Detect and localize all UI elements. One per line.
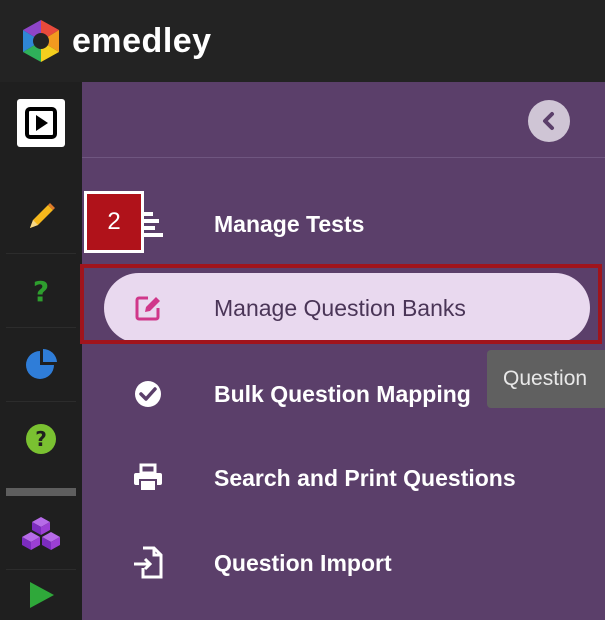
menu-item-label: Search and Print Questions [214,464,516,491]
panel-header [82,82,605,158]
menu-item-search-and-print-questions[interactable]: Search and Print Questions [104,443,590,513]
chevron-left-icon [543,112,554,130]
menu-item-label: Question Import [214,549,392,576]
printer-icon [134,463,162,492]
help-circle-icon: ? [26,424,56,454]
file-import-icon [134,546,163,579]
menu-item-manage-question-banks[interactable]: Manage Question Banks [104,273,590,343]
top-bar: emedley [0,0,605,82]
edit-square-icon [135,296,160,321]
rail-item-edit[interactable] [6,180,76,254]
play-square-icon [25,107,57,139]
rail-item-questions[interactable]: ? [6,254,76,328]
rail-divider [6,488,76,496]
menu-item-manage-tests[interactable]: Manage Tests [104,189,590,259]
rail-item-help[interactable]: ? [6,402,76,476]
menu-item-label: Manage Tests [214,210,365,237]
left-icon-rail: ? ? [0,82,82,620]
brand-name: emedley [72,21,212,60]
pencil-icon [30,202,55,228]
collapse-button[interactable] [528,100,570,142]
check-circle-icon [135,381,161,407]
rail-item-modules[interactable] [6,496,76,570]
emedley-logo-icon [23,20,59,62]
tooltip: Question [487,350,605,408]
menu-item-label: Manage Question Banks [214,294,466,321]
rail-item-reports[interactable] [6,328,76,402]
question-mark-icon: ? [33,275,49,308]
cubes-icon [22,516,60,550]
menu-item-label: Bulk Question Mapping [214,380,471,407]
rail-item-player[interactable] [6,86,76,160]
step-badge: 2 [84,191,144,253]
rail-item-play[interactable] [6,570,76,620]
play-triangle-icon [30,582,54,608]
pie-chart-icon [26,348,57,379]
menu-item-question-import[interactable]: Question Import [104,528,590,598]
svg-text:?: ? [35,427,47,451]
svg-text:?: ? [33,275,49,308]
